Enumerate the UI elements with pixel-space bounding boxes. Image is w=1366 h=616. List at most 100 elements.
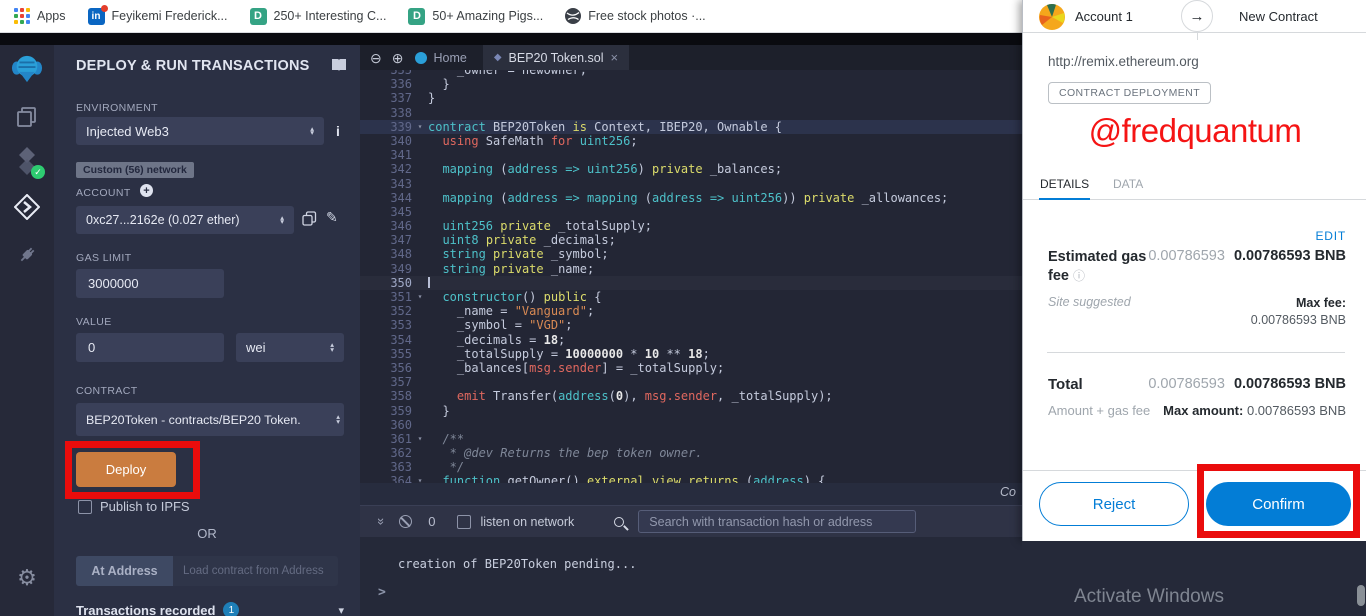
reject-button[interactable]: Reject bbox=[1039, 482, 1189, 526]
compile-success-badge: ✓ bbox=[31, 165, 45, 179]
publish-ipfs-checkbox[interactable] bbox=[78, 499, 92, 514]
deploy-run-icon[interactable] bbox=[11, 191, 43, 223]
pending-count: 0 bbox=[428, 514, 436, 529]
edit-account-icon[interactable]: ✎ bbox=[326, 209, 338, 226]
to-contract: New Contract bbox=[1239, 9, 1318, 24]
plugin-manager-icon[interactable] bbox=[11, 239, 43, 271]
deploy-run-panel: DEPLOY & RUN TRANSACTIONS ENVIRONMENT In… bbox=[54, 45, 360, 616]
bookmark-amazing-pigs[interactable]: D 50+ Amazing Pigs... bbox=[408, 7, 543, 25]
code-line-343: 343 bbox=[390, 176, 412, 191]
clear-console-icon[interactable] bbox=[399, 515, 413, 528]
code-line-359: 359 } bbox=[390, 403, 450, 418]
terminal-search-input[interactable] bbox=[638, 510, 917, 533]
solidity-compiler-icon[interactable]: ✓ bbox=[11, 145, 45, 179]
max-fee: Max fee: 0.00786593 BNB bbox=[1250, 296, 1346, 327]
close-tab-icon[interactable]: × bbox=[611, 50, 619, 65]
activate-windows-watermark: Activate Windows bbox=[1074, 586, 1224, 607]
editor-tab-bar: ⊖ ⊕ Home ◆ BEP20 Token.sol × bbox=[360, 45, 1022, 70]
add-account-icon[interactable]: + bbox=[140, 184, 153, 197]
code-line-339: 339 ▾ contract BEP20Token is Context, IBEP… bbox=[360, 119, 1022, 134]
code-line-338: 338 bbox=[390, 105, 412, 120]
account-select[interactable]: 0xc27...2162e (0.027 ether) ▴ ▾ bbox=[76, 206, 294, 234]
edit-gas-link[interactable]: EDIT bbox=[1315, 229, 1346, 243]
from-account: Account 1 bbox=[1075, 9, 1133, 24]
code-line-347: 347 uint8 private _decimals; bbox=[390, 233, 616, 248]
transactions-recorded-row[interactable]: Transactions recorded 1 ▾ bbox=[76, 602, 344, 616]
stepper-icon: ▴ ▾ bbox=[330, 340, 334, 354]
code-line-348: 348 string private _symbol; bbox=[390, 247, 609, 262]
page-background: Activate Windows bbox=[1022, 541, 1366, 616]
deploy-button[interactable]: Deploy bbox=[76, 452, 176, 487]
search-icon bbox=[614, 516, 625, 527]
estimated-gas-row: Estimated gas fee ⓘ 0.00786593 0.00786593… bbox=[1048, 248, 1346, 286]
code-line-335: 335 _owner = newOwner; bbox=[390, 70, 587, 77]
code-line-364: 364 ▾ function getOwner() external view r… bbox=[390, 474, 826, 483]
bookmark-interesting[interactable]: D 250+ Interesting C... bbox=[249, 7, 387, 25]
metamask-popup: Account 1 → New Contract http://remix.et… bbox=[1022, 0, 1366, 541]
tab-data[interactable]: DATA bbox=[1113, 171, 1143, 197]
tab-details[interactable]: DETAILS bbox=[1039, 171, 1091, 200]
bookmark-free-stock[interactable]: Free stock photos ·... bbox=[565, 8, 706, 24]
confirm-button[interactable]: Confirm bbox=[1206, 482, 1351, 526]
code-area[interactable]: 335 _owner = newOwner; 336 } 337} 338 339 ▾ co… bbox=[360, 70, 1022, 483]
bookmark-label: Feyikemi Frederick... bbox=[111, 9, 228, 23]
apps-grid-icon bbox=[14, 8, 30, 24]
at-address-input[interactable] bbox=[173, 556, 338, 586]
footer-divider bbox=[1023, 470, 1366, 471]
remix-logo-icon[interactable] bbox=[11, 53, 43, 85]
contract-select[interactable]: BEP20Token - contracts/BEP20 Token. ▴ ▾ bbox=[76, 403, 344, 436]
value-input[interactable] bbox=[76, 333, 224, 362]
expand-terminal-icon[interactable]: » bbox=[374, 518, 389, 525]
listen-network-checkbox[interactable] bbox=[457, 514, 472, 529]
environment-info-icon[interactable]: i bbox=[336, 123, 340, 139]
code-line-358: 358 emit Transfer(address(0), msg.sender… bbox=[390, 389, 833, 404]
editor-corner-text: Co bbox=[1000, 485, 1016, 499]
environment-select[interactable]: Injected Web3 ▴ ▾ bbox=[76, 117, 324, 145]
listen-network-label: listen on network bbox=[480, 514, 575, 529]
chevron-down-icon[interactable]: ▾ bbox=[338, 604, 344, 616]
code-editor: ⊖ ⊕ Home ◆ BEP20 Token.sol × 335 _owner … bbox=[360, 45, 1022, 616]
transactions-recorded-label: Transactions recorded bbox=[76, 602, 216, 616]
code-line-357: 357 bbox=[390, 375, 412, 390]
publish-ipfs-row: Publish to IPFS bbox=[78, 499, 190, 514]
settings-gear-icon[interactable]: ⚙ bbox=[11, 562, 43, 594]
tab-home[interactable]: Home bbox=[415, 51, 467, 65]
zoom-in-icon[interactable]: ⊕ bbox=[392, 51, 404, 65]
terminal-prompt: > bbox=[378, 585, 386, 600]
documentation-book-icon[interactable] bbox=[331, 58, 347, 72]
remix-activity-bar: ✓ ⚙ bbox=[0, 45, 54, 616]
bookmark-linkedin[interactable]: in Feyikemi Frederick... bbox=[87, 4, 228, 25]
transactions-count-badge: 1 bbox=[223, 602, 240, 616]
stepper-icon: ▴ ▾ bbox=[280, 212, 284, 226]
bookmark-apps[interactable]: Apps bbox=[14, 8, 66, 24]
stepper-icon: ▴ ▾ bbox=[336, 412, 340, 426]
remix-mini-icon bbox=[415, 51, 428, 64]
tab-bep20-token-sol[interactable]: ◆ BEP20 Token.sol × bbox=[482, 45, 630, 70]
code-line-354: 354 _decimals = 18; bbox=[390, 332, 566, 347]
gas-limit-input[interactable] bbox=[76, 269, 224, 298]
scrollbar-thumb[interactable] bbox=[1357, 585, 1365, 606]
total-label: Total bbox=[1048, 376, 1083, 393]
terminal-output[interactable]: creation of BEP20Token pending... > bbox=[360, 537, 1022, 616]
info-icon[interactable]: ⓘ bbox=[1073, 269, 1085, 283]
code-line-353: 353 _symbol = "VGD"; bbox=[390, 318, 573, 333]
code-line-351: 351 ▾ constructor() public { bbox=[390, 290, 602, 304]
max-amount: Max amount: 0.00786593 BNB bbox=[1163, 403, 1346, 418]
code-line-360: 360 bbox=[390, 417, 412, 432]
copy-account-icon[interactable] bbox=[302, 211, 317, 226]
at-address-button[interactable]: At Address bbox=[76, 556, 173, 586]
solidity-file-icon: ◆ bbox=[493, 52, 502, 63]
zoom-out-icon[interactable]: ⊖ bbox=[370, 51, 382, 65]
globe-icon bbox=[565, 8, 582, 24]
transaction-type-badge: CONTRACT DEPLOYMENT bbox=[1048, 82, 1212, 104]
linkedin-icon: in bbox=[87, 4, 108, 25]
code-line-363: 363 */ bbox=[390, 460, 465, 475]
or-separator: OR bbox=[197, 526, 217, 541]
environment-label: ENVIRONMENT bbox=[76, 102, 158, 114]
site-suggested-row: Site suggested Max fee: 0.00786593 BNB bbox=[1048, 295, 1346, 329]
value-unit-select[interactable]: wei ▴ ▾ bbox=[236, 333, 344, 362]
bookmark-label: 250+ Interesting C... bbox=[273, 9, 387, 23]
estimated-gas-label: Estimated gas fee ⓘ bbox=[1048, 249, 1147, 284]
file-explorer-icon[interactable] bbox=[11, 101, 43, 133]
total-values: 0.00786593 0.00786593 BNB bbox=[1148, 376, 1346, 392]
